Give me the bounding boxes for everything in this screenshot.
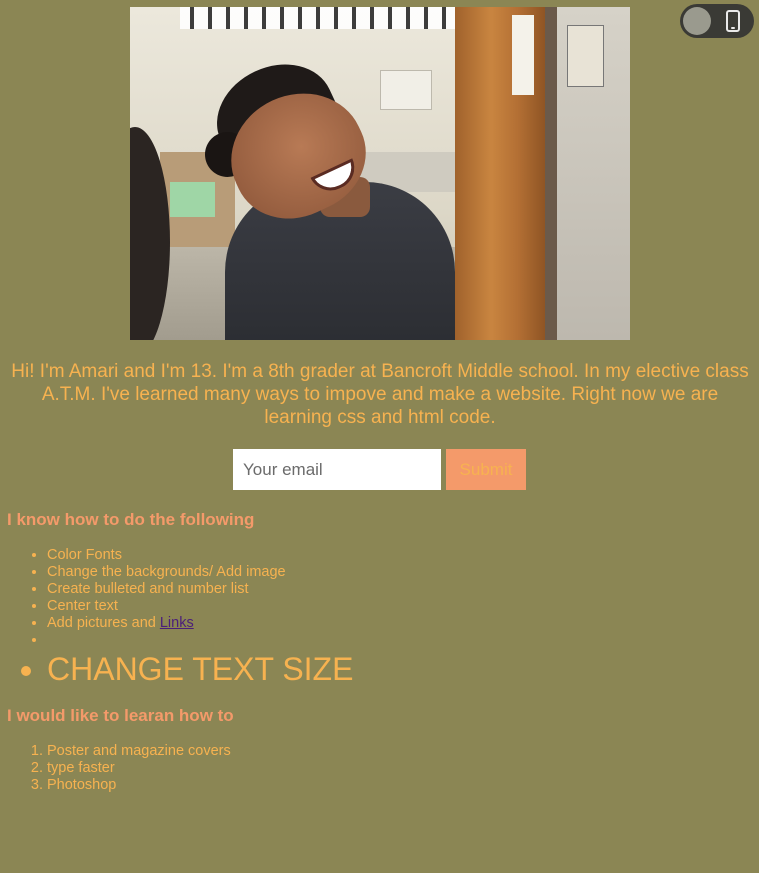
list-item: Poster and magazine covers <box>47 743 231 760</box>
photo-doorframe <box>545 7 557 340</box>
mobile-view-toggle[interactable] <box>680 4 754 38</box>
goals-heading: I would like to learan how to <box>7 706 234 725</box>
photo-box-label <box>170 182 215 217</box>
skills-heading: I know how to do the following <box>7 510 255 529</box>
links-link[interactable]: Links <box>160 615 194 631</box>
photo-wall-border <box>180 7 460 29</box>
pictures-text: Add pictures and <box>47 615 160 631</box>
goals-list: Poster and magazine covers type faster P… <box>47 743 231 794</box>
list-item: type faster <box>47 760 231 777</box>
list-item: Add pictures and Links <box>47 615 353 632</box>
list-item: Photoshop <box>47 777 231 794</box>
profile-photo <box>130 7 630 340</box>
empty-list-item <box>47 632 353 649</box>
skills-list: Color Fonts Change the backgrounds/ Add … <box>47 547 353 689</box>
photo-poster <box>567 25 604 87</box>
photo-towel-dispenser <box>380 70 432 110</box>
email-input[interactable] <box>233 449 441 490</box>
submit-button[interactable]: Submit <box>446 449 526 490</box>
phone-icon <box>726 10 740 32</box>
list-item: Change the backgrounds/ Add image <box>47 564 353 581</box>
list-item: Center text <box>47 598 353 615</box>
list-item: Create bulleted and number list <box>47 581 353 598</box>
list-item: Color Fonts <box>47 547 353 564</box>
intro-text: Hi! I'm Amari and I'm 13. I'm a 8th grad… <box>11 361 749 428</box>
big-text-item: CHANGE TEXT SIZE <box>47 649 353 689</box>
toggle-knob <box>683 7 711 35</box>
photo-paper <box>512 15 534 95</box>
